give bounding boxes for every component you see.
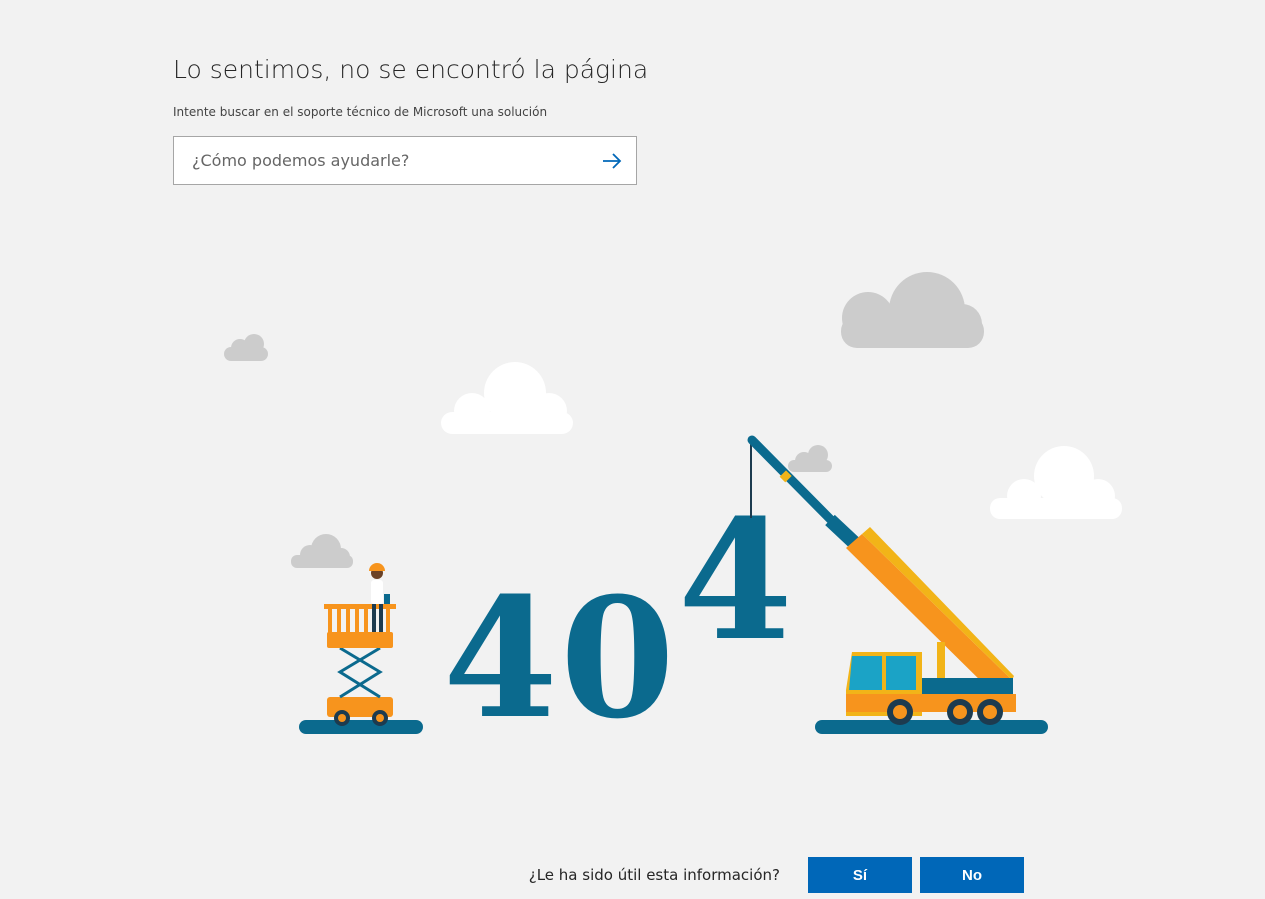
arrow-right-icon [603,153,622,169]
search-input[interactable] [192,137,592,184]
search-submit-button[interactable] [596,145,628,177]
cloud-gray-small-left [224,334,268,361]
feedback-no-button[interactable]: No [920,857,1024,893]
cloud-white-right [990,446,1122,519]
cloud-gray-large [841,272,984,348]
search-box [173,136,637,185]
ground-right [815,720,1048,734]
feedback-yes-button[interactable]: Sí [808,857,912,893]
feedback-row: ¿Le ha sido útil esta información? Sí No [0,857,1265,893]
digit-4-left: 4 [443,561,558,755]
cloud-white-center [441,362,573,434]
page-subtitle: Intente buscar en el soporte técnico de … [173,105,548,119]
page-title: Lo sentimos, no se encontró la página [173,55,649,84]
404-illustration: 4 0 4 [224,272,1122,755]
feedback-question: ¿Le ha sido útil esta información? [528,866,780,884]
cloud-gray-tiny [788,445,832,472]
cloud-gray-left [291,534,353,568]
digit-0: 0 [560,561,675,755]
ground-left [299,720,423,734]
digit-4-hanging: 4 [678,483,793,677]
scissor-lift [324,604,396,726]
